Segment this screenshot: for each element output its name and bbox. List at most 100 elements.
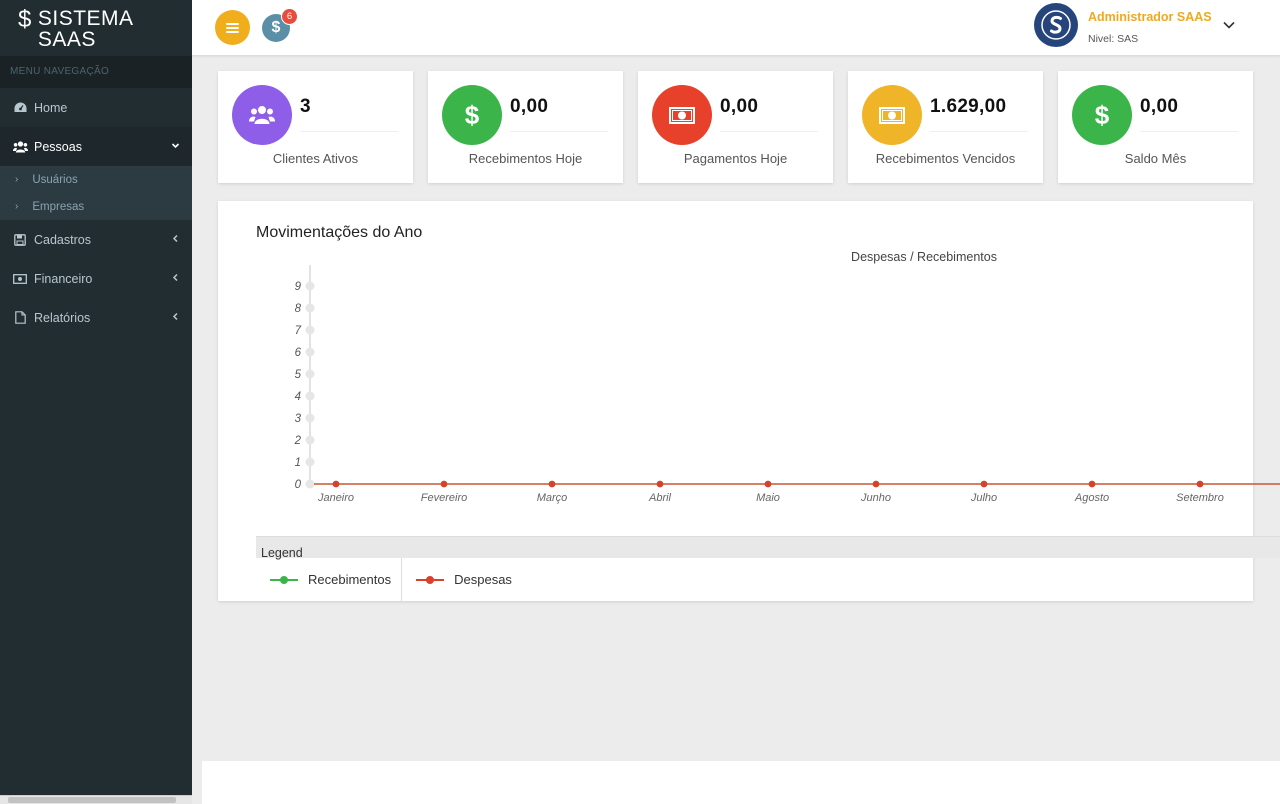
user-name[interactable]: Administrador SAAS — [1088, 10, 1212, 24]
y-tick-marker — [305, 369, 315, 379]
chevron-down-icon — [171, 139, 180, 153]
chevron-left-icon — [171, 271, 180, 285]
legend-item-recebimentos[interactable]: Recebimentos — [256, 558, 401, 601]
line-chart: Despesas / Recebimentos 0 1 2 3 4 5 6 7 8 9 Janeir… — [294, 250, 1280, 504]
sidebar-item-pessoas[interactable]: Pessoas — [0, 127, 192, 166]
y-tick-label: 5 — [295, 369, 302, 381]
divider — [930, 131, 1028, 132]
money-bill-icon — [862, 85, 922, 145]
x-tick-label: Agosto — [1074, 492, 1109, 504]
sidebar: $ SISTEMA SAAS MENU NAVEGAÇÃO Home Pesso… — [0, 0, 192, 804]
stat-card-recebimentos-vencidos: 1.629,00 Recebimentos Vencidos — [848, 71, 1043, 183]
hamburger-icon — [226, 22, 239, 33]
dashboard-icon — [12, 101, 28, 115]
stat-card-recebimentos-hoje: $ 0,00 Recebimentos Hoje — [428, 71, 623, 183]
user-level: Nivel: SAS — [1088, 33, 1139, 45]
y-tick-marker — [305, 479, 315, 489]
stat-value: 3 — [300, 96, 311, 117]
sidebar-subitem-empresas[interactable]: › Empresas — [0, 193, 192, 220]
data-point-despesas — [764, 480, 772, 488]
sidebar-item-label: Relatórios — [34, 310, 91, 325]
dollar-icon: $ — [1072, 85, 1132, 145]
data-point-despesas — [1196, 480, 1204, 488]
stat-value: 0,00 — [1140, 96, 1179, 117]
y-tick-marker — [305, 281, 315, 291]
y-tick-marker — [305, 325, 315, 335]
chevron-down-icon[interactable] — [1222, 18, 1236, 32]
sidebar-item-label: Cadastros — [34, 232, 91, 247]
topbar: $ 6 Administrador SAAS Nivel: SAS — [192, 0, 1280, 56]
y-tick-marker — [305, 303, 315, 313]
chevron-right-icon: › — [15, 174, 19, 185]
stat-label: Recebimentos Hoje — [468, 151, 583, 166]
data-point-despesas — [548, 480, 556, 488]
legend-label: Recebimentos — [308, 572, 392, 587]
save-icon — [12, 233, 28, 247]
sidebar-toggle-button[interactable] — [215, 10, 250, 45]
y-tick-label: 2 — [294, 435, 302, 447]
stat-card-pagamentos-hoje: 0,00 Pagamentos Hoje — [638, 71, 833, 183]
legend-swatch-recebimentos — [270, 575, 298, 584]
stat-label: Recebimentos Vencidos — [875, 151, 1016, 166]
users-icon — [12, 140, 28, 154]
x-tick-label: Janeiro — [317, 492, 354, 504]
x-tick-label: Julho — [970, 492, 997, 504]
sidebar-item-label: Financeiro — [34, 271, 93, 286]
chevron-left-icon — [171, 232, 180, 246]
x-tick-label: Fevereiro — [421, 492, 467, 504]
sidebar-item-financeiro[interactable]: Financeiro — [0, 259, 192, 298]
legend-item-despesas[interactable]: Despesas — [401, 558, 522, 601]
stat-label: Pagamentos Hoje — [683, 151, 788, 166]
y-tick-marker — [305, 347, 315, 357]
y-tick-label: 1 — [295, 457, 301, 469]
chart-legend: Recebimentos Despesas — [256, 558, 522, 601]
y-tick-marker — [305, 457, 315, 467]
money-bill-icon — [652, 85, 712, 145]
y-tick-label: 6 — [295, 347, 302, 359]
sidebar-item-home[interactable]: Home — [0, 88, 192, 127]
stat-card-clientes-ativos: 3 Clientes Ativos — [218, 71, 413, 183]
x-tick-label: Junho — [860, 492, 891, 504]
data-point-despesas — [980, 480, 988, 488]
dollar-icon: $ — [271, 19, 281, 36]
y-tick-label: 8 — [295, 303, 302, 315]
sidebar-item-relatorios[interactable]: Relatórios — [0, 298, 192, 337]
data-point-despesas — [656, 480, 664, 488]
users-icon — [232, 85, 292, 145]
y-tick-marker — [305, 435, 315, 445]
chevron-right-icon: › — [15, 201, 19, 212]
stat-card-saldo-mes: $ 0,00 Saldo Mês — [1058, 71, 1253, 183]
sidebar-subitem-usuarios[interactable]: › Usuários — [0, 166, 192, 193]
sidebar-item-cadastros[interactable]: Cadastros — [0, 220, 192, 259]
avatar[interactable] — [1034, 3, 1078, 47]
brand-logo[interactable]: $ SISTEMA SAAS — [0, 0, 192, 56]
scrollbar-thumb[interactable] — [8, 797, 176, 803]
data-point-despesas — [1088, 480, 1096, 488]
data-point-despesas — [872, 480, 880, 488]
data-point-despesas — [440, 480, 448, 488]
dollar-icon: $ — [442, 85, 502, 145]
legend-swatch-despesas — [416, 575, 445, 584]
divider — [300, 131, 398, 132]
money-icon — [12, 272, 28, 286]
y-tick-label: 7 — [295, 325, 302, 337]
pessoas-submenu: › Usuários › Empresas — [0, 166, 192, 220]
x-tick-label: Abril — [648, 492, 672, 504]
brand-name: SISTEMA SAAS — [37, 7, 133, 51]
divider — [510, 131, 608, 132]
y-tick-marker — [305, 413, 315, 423]
x-tick-label: Março — [537, 492, 568, 504]
chart-panel: Movimentações do Ano Despesas / Recebime… — [218, 201, 1280, 601]
x-tick-label: Setembro — [1176, 492, 1224, 504]
sidebar-horizontal-scrollbar[interactable] — [0, 795, 192, 804]
data-point-despesas — [332, 480, 340, 488]
divider — [1140, 131, 1238, 132]
y-tick-label: 9 — [295, 281, 302, 293]
y-tick-label: 0 — [295, 479, 302, 491]
legend-label: Despesas — [454, 572, 512, 587]
sidebar-subitem-label: Usuários — [32, 173, 78, 186]
stat-value: 0,00 — [720, 96, 759, 117]
notification-count-badge: 6 — [281, 8, 298, 25]
stat-value: 1.629,00 — [930, 96, 1007, 117]
legend-title: Legend — [256, 536, 1280, 560]
